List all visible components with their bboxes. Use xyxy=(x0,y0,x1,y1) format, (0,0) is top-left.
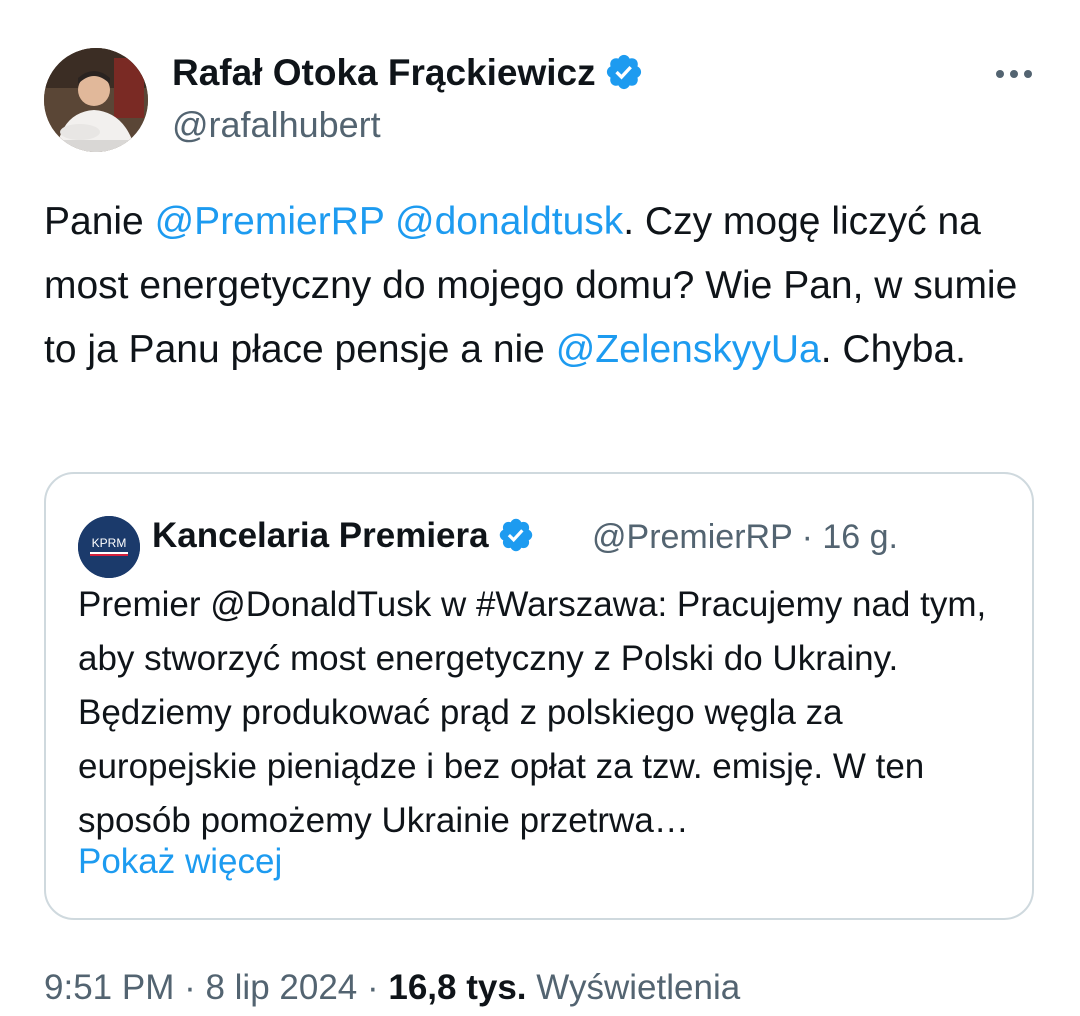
author-handle[interactable]: @rafalhubert xyxy=(172,104,381,146)
tweet-time[interactable]: 9:51 PM xyxy=(44,968,174,1007)
quoted-tweet-text: Premier @DonaldTusk w #Warszawa: Pracuje… xyxy=(78,585,987,840)
author-avatar-image xyxy=(44,48,148,152)
author-name[interactable]: Rafał Otoka Frąckiewicz xyxy=(172,52,644,101)
quoted-author-name-text: Kancelaria Premiera xyxy=(152,516,489,555)
tweet-text-part xyxy=(384,200,395,243)
meta-separator: · xyxy=(357,968,389,1007)
author-avatar[interactable] xyxy=(44,48,148,152)
author-name-text: Rafał Otoka Frąckiewicz xyxy=(172,52,596,93)
more-horizontal-icon xyxy=(996,70,1032,78)
quoted-author-name[interactable]: Kancelaria Premiera xyxy=(152,516,535,563)
views-count: 16,8 tys. xyxy=(388,968,527,1007)
tweet-metadata: 9:51 PM · 8 lip 2024 · 16,8 tys. Wyświet… xyxy=(44,968,740,1008)
views-label: Wyświetlenia xyxy=(536,968,741,1007)
mention-link-donaldtusk[interactable]: @donaldtusk xyxy=(395,200,623,243)
mention-link-zelenskyyua[interactable]: @ZelenskyyUa xyxy=(556,328,821,371)
kprm-logo-text: KPRM xyxy=(92,536,127,550)
quoted-author-avatar[interactable]: KPRM xyxy=(78,516,140,578)
meta-separator: · xyxy=(174,968,206,1007)
tweet-text: Panie @PremierRP @donaldtusk. Czy mogę l… xyxy=(44,190,1044,382)
verified-badge-icon xyxy=(497,516,535,563)
quoted-tweet-card[interactable]: KPRM Kancelaria Premiera @PremierRP · 16… xyxy=(44,472,1034,920)
quoted-author-handle-time[interactable]: @PremierRP · 16 g. xyxy=(592,518,898,557)
tweet-text-part: Panie xyxy=(44,200,155,243)
tweet-date[interactable]: 8 lip 2024 xyxy=(205,968,357,1007)
kprm-logo-icon: KPRM xyxy=(78,516,140,578)
mention-link-premierrp[interactable]: @PremierRP xyxy=(155,200,385,243)
verified-badge-icon xyxy=(604,52,644,101)
more-options-button[interactable] xyxy=(990,52,1038,92)
tweet-text-part: . Chyba. xyxy=(820,328,966,371)
show-more-link[interactable]: Pokaż więcej xyxy=(78,842,282,882)
